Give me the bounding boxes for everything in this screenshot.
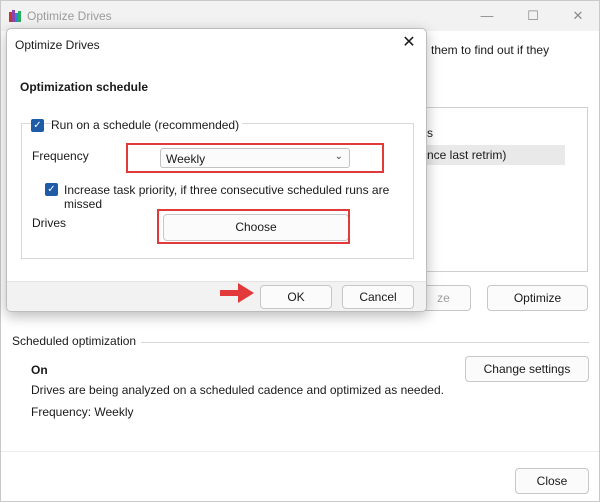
checkmark-icon: ✓ (47, 184, 56, 195)
list-column-header: s (427, 126, 433, 140)
drive-status-cell: nce last retrim) (427, 148, 507, 162)
intro-text: them to find out if they (431, 43, 550, 57)
schedule-frequency: Frequency: Weekly (31, 405, 134, 419)
section-divider (141, 342, 589, 343)
red-arrow-icon (220, 283, 254, 303)
footer-divider (1, 451, 599, 452)
drive-list[interactable]: s nce last retrim) (416, 107, 588, 272)
optimize-drives-app-icon (9, 10, 21, 22)
scheduled-optimization-label: Scheduled optimization (12, 334, 137, 348)
run-on-schedule-label: Run on a schedule (recommended) (51, 118, 243, 132)
table-row[interactable]: nce last retrim) (417, 145, 565, 165)
dialog-close-icon[interactable]: ✕ (400, 34, 418, 52)
close-button[interactable]: Close (515, 468, 589, 494)
maximize-icon[interactable]: ☐ (523, 7, 543, 25)
ok-button[interactable]: OK (260, 285, 332, 309)
choose-highlight (157, 209, 350, 244)
window-close-icon[interactable]: ✕ (568, 7, 588, 25)
dialog-title: Optimize Drives (15, 38, 100, 52)
title-bar: Optimize Drives — ☐ ✕ (1, 1, 599, 31)
checkmark-icon: ✓ (33, 120, 42, 131)
optimize-button[interactable]: Optimize (487, 285, 588, 311)
minimize-icon[interactable]: — (477, 7, 497, 25)
cancel-button[interactable]: Cancel (342, 285, 414, 309)
schedule-description: Drives are being analyzed on a scheduled… (31, 383, 444, 397)
drives-label: Drives (32, 216, 67, 230)
frequency-highlight (126, 143, 384, 173)
window-title: Optimize Drives (27, 9, 112, 23)
increase-priority-checkbox[interactable]: ✓ (45, 183, 58, 196)
change-settings-button[interactable]: Change settings (465, 356, 589, 382)
schedule-status: On (31, 363, 48, 377)
optimization-schedule-heading: Optimization schedule (20, 80, 149, 94)
increase-priority-label: Increase task priority, if three consecu… (64, 183, 390, 211)
frequency-label: Frequency (32, 149, 89, 163)
run-on-schedule-checkbox[interactable]: ✓ (31, 119, 44, 132)
